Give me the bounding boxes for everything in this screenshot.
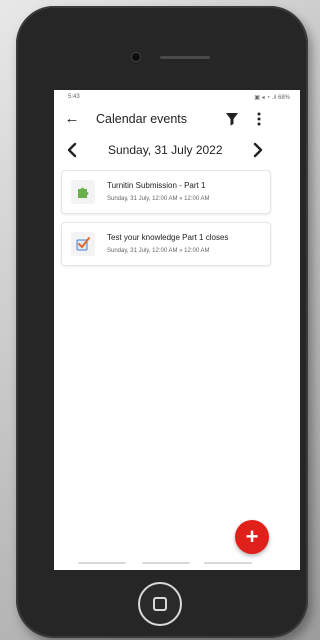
home-square-icon xyxy=(153,597,167,611)
front-camera xyxy=(132,53,140,61)
app-screen: 5:43 ▣ ◂ ◔ .ıl 68% ← Calendar events Sun… xyxy=(54,90,300,570)
date-navigation: Sunday, 31 July 2022 xyxy=(54,138,300,162)
app-bar: ← Calendar events xyxy=(54,107,300,133)
event-time: Sunday, 31 July, 12:00 AM » 12:00 AM xyxy=(107,196,210,202)
more-vertical-icon[interactable] xyxy=(254,111,264,127)
chevron-right-icon[interactable] xyxy=(250,141,266,159)
home-button[interactable] xyxy=(138,582,182,626)
quiz-checkbox-icon xyxy=(76,237,90,251)
nav-bar-segment xyxy=(204,562,252,564)
event-icon-box xyxy=(71,180,95,204)
event-title: Test your knowledge Part 1 closes xyxy=(107,233,229,242)
arrow-left-icon[interactable]: ← xyxy=(64,111,80,127)
event-time: Sunday, 31 July, 12:00 AM » 12:00 AM xyxy=(107,248,210,254)
nav-bar-segment xyxy=(142,562,190,564)
plus-icon: + xyxy=(245,524,259,549)
filter-icon[interactable] xyxy=(225,112,239,126)
status-bar: 5:43 ▣ ◂ ◔ .ıl 68% xyxy=(54,90,300,104)
event-title: Turnitin Submission - Part 1 xyxy=(107,181,206,190)
add-event-button[interactable]: + xyxy=(235,520,269,554)
nav-bar-segment xyxy=(78,562,126,564)
page-title: Calendar events xyxy=(96,112,188,126)
event-card[interactable]: Turnitin Submission - Part 1 Sunday, 31 … xyxy=(61,170,271,214)
earpiece-speaker xyxy=(160,56,210,59)
chevron-left-icon[interactable] xyxy=(64,141,80,159)
event-icon-box xyxy=(71,232,95,256)
current-date: Sunday, 31 July 2022 xyxy=(108,143,223,157)
status-icons: ▣ ◂ ◔ .ıl 68% xyxy=(254,95,290,101)
puzzle-icon xyxy=(78,187,89,198)
event-card[interactable]: Test your knowledge Part 1 closes Sunday… xyxy=(61,222,271,266)
status-time: 5:43 xyxy=(68,94,80,100)
